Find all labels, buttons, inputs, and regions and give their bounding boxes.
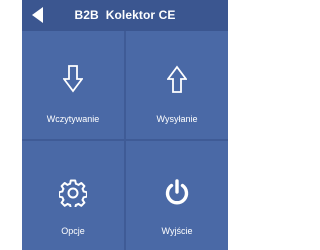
header-bar: B2B Kolektor CE: [22, 0, 228, 31]
import-button[interactable]: Wczytywanie: [22, 31, 124, 139]
arrow-up-icon: [126, 65, 228, 98]
exit-button[interactable]: Wyjście: [126, 141, 228, 250]
import-label: Wczytywanie: [46, 114, 100, 124]
app-window: B2B Kolektor CE Wczytywanie Wysyłanie Op…: [22, 0, 228, 250]
power-icon: [126, 179, 228, 212]
options-button[interactable]: Opcje: [22, 141, 124, 250]
gear-icon: [22, 179, 124, 212]
menu-grid: Wczytywanie Wysyłanie Opcje Wyjście: [22, 31, 228, 250]
send-label: Wysyłanie: [156, 114, 198, 124]
send-button[interactable]: Wysyłanie: [126, 31, 228, 139]
page-title: B2B Kolektor CE: [74, 8, 176, 22]
arrow-down-icon: [22, 65, 124, 98]
options-label: Opcje: [61, 226, 85, 236]
exit-label: Wyjście: [161, 226, 193, 236]
